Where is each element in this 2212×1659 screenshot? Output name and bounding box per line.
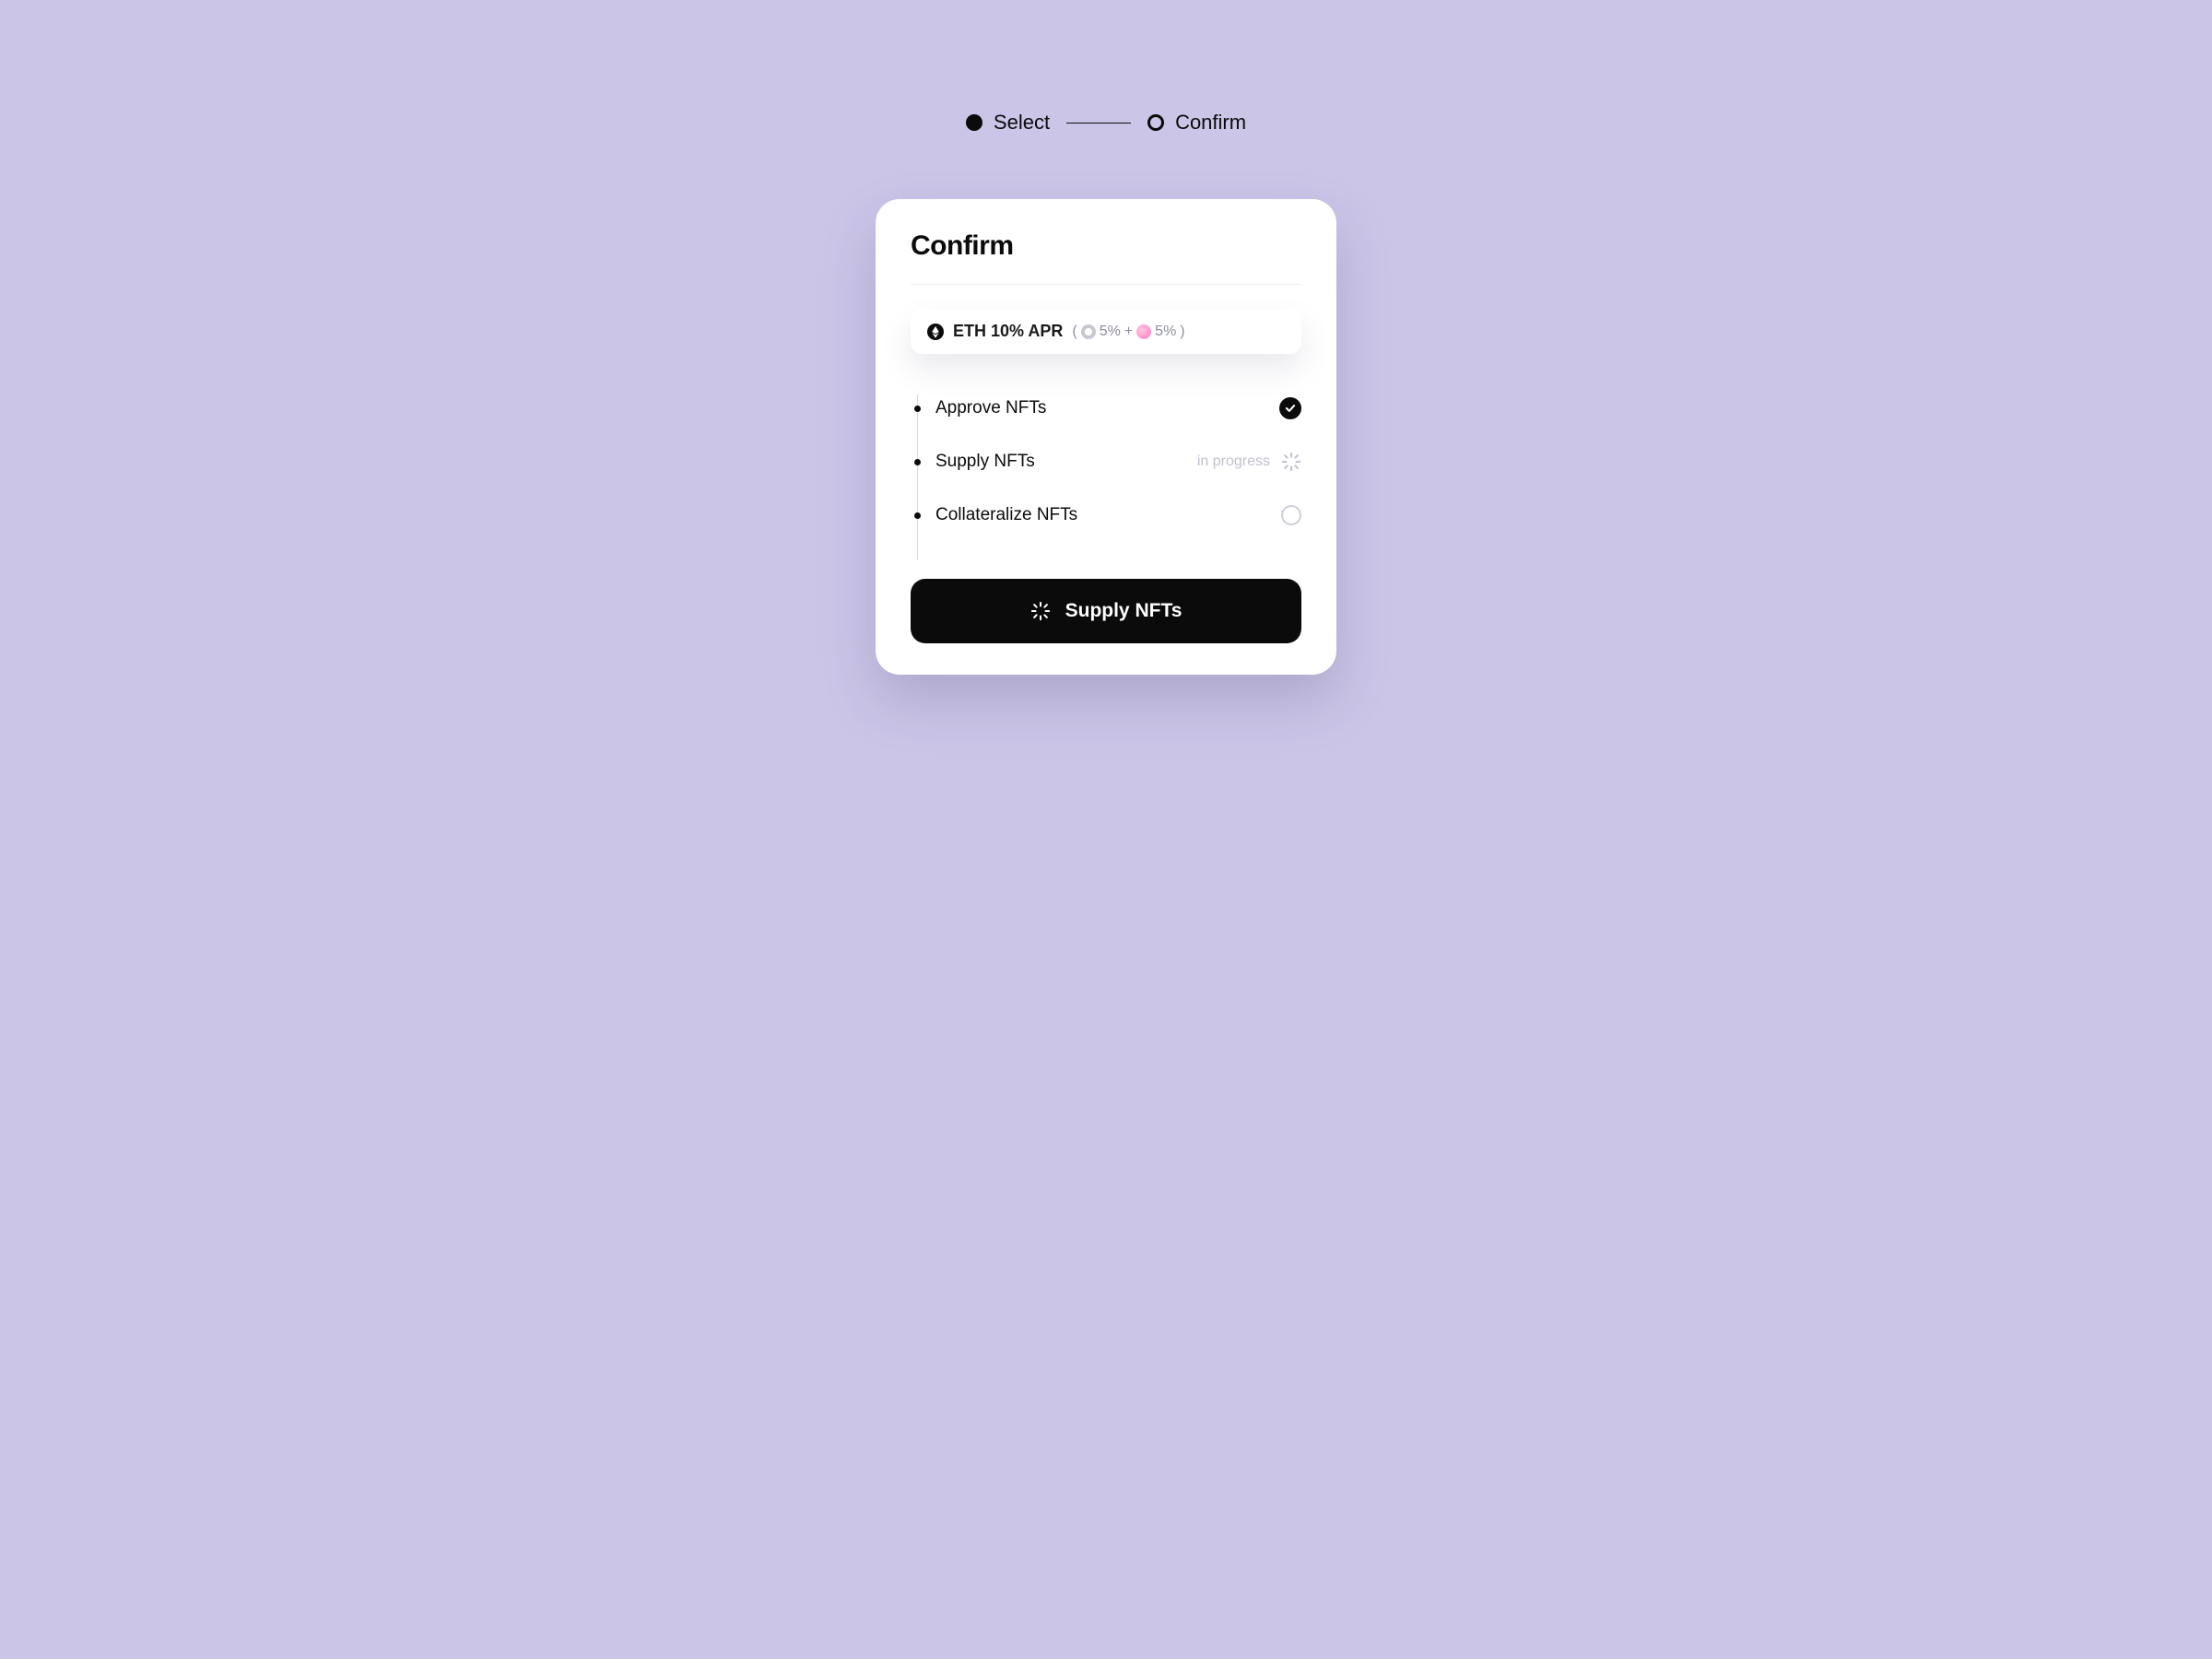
bullet-icon — [914, 459, 921, 465]
progress-stepper: Select Confirm — [966, 111, 1246, 135]
bullet-icon — [914, 406, 921, 412]
step-dot-hollow-icon — [1147, 114, 1164, 131]
tx-step-label: Supply NFTs — [935, 452, 1035, 472]
status-text: in progress — [1197, 453, 1270, 470]
divider — [911, 284, 1301, 285]
card-title: Confirm — [911, 230, 1301, 262]
apr-plus: + — [1124, 324, 1133, 340]
spinner-icon — [1030, 601, 1051, 621]
stepper-connector — [1066, 123, 1131, 124]
step-label: Select — [994, 111, 1050, 135]
token-grey-icon — [1081, 324, 1096, 339]
supply-nfts-button[interactable]: Supply NFTs — [911, 579, 1301, 643]
apr-breakdown: ( 5% + 5% ) — [1072, 324, 1184, 340]
tx-step-supply: Supply NFTs in progress — [914, 435, 1301, 488]
tx-step-approve: Approve NFTs — [914, 382, 1301, 435]
confirm-card: Confirm ETH 10% APR ( 5% + 5% ) Approve … — [876, 199, 1336, 675]
tx-step-collateralize: Collateralize NFTs — [914, 488, 1301, 542]
spinner-icon — [1281, 452, 1301, 472]
step-select[interactable]: Select — [966, 111, 1050, 135]
bullet-icon — [914, 512, 921, 519]
apr-part1: 5% — [1100, 324, 1121, 340]
tx-step-label: Collateralize NFTs — [935, 505, 1077, 525]
apr-summary: ETH 10% APR ( 5% + 5% ) — [911, 309, 1301, 354]
step-label: Confirm — [1175, 111, 1246, 135]
step-dot-filled-icon — [966, 114, 982, 131]
apr-part2: 5% — [1155, 324, 1176, 340]
transaction-steps: Approve NFTs Supply NFTs in progress — [914, 382, 1301, 542]
check-icon — [1279, 397, 1301, 419]
eth-icon — [927, 324, 944, 340]
tx-step-label: Approve NFTs — [935, 398, 1046, 418]
cta-label: Supply NFTs — [1065, 600, 1182, 622]
pending-circle-icon — [1281, 505, 1301, 525]
apr-main-label: ETH 10% APR — [953, 322, 1063, 341]
step-confirm[interactable]: Confirm — [1147, 111, 1246, 135]
token-pink-icon — [1136, 324, 1151, 339]
